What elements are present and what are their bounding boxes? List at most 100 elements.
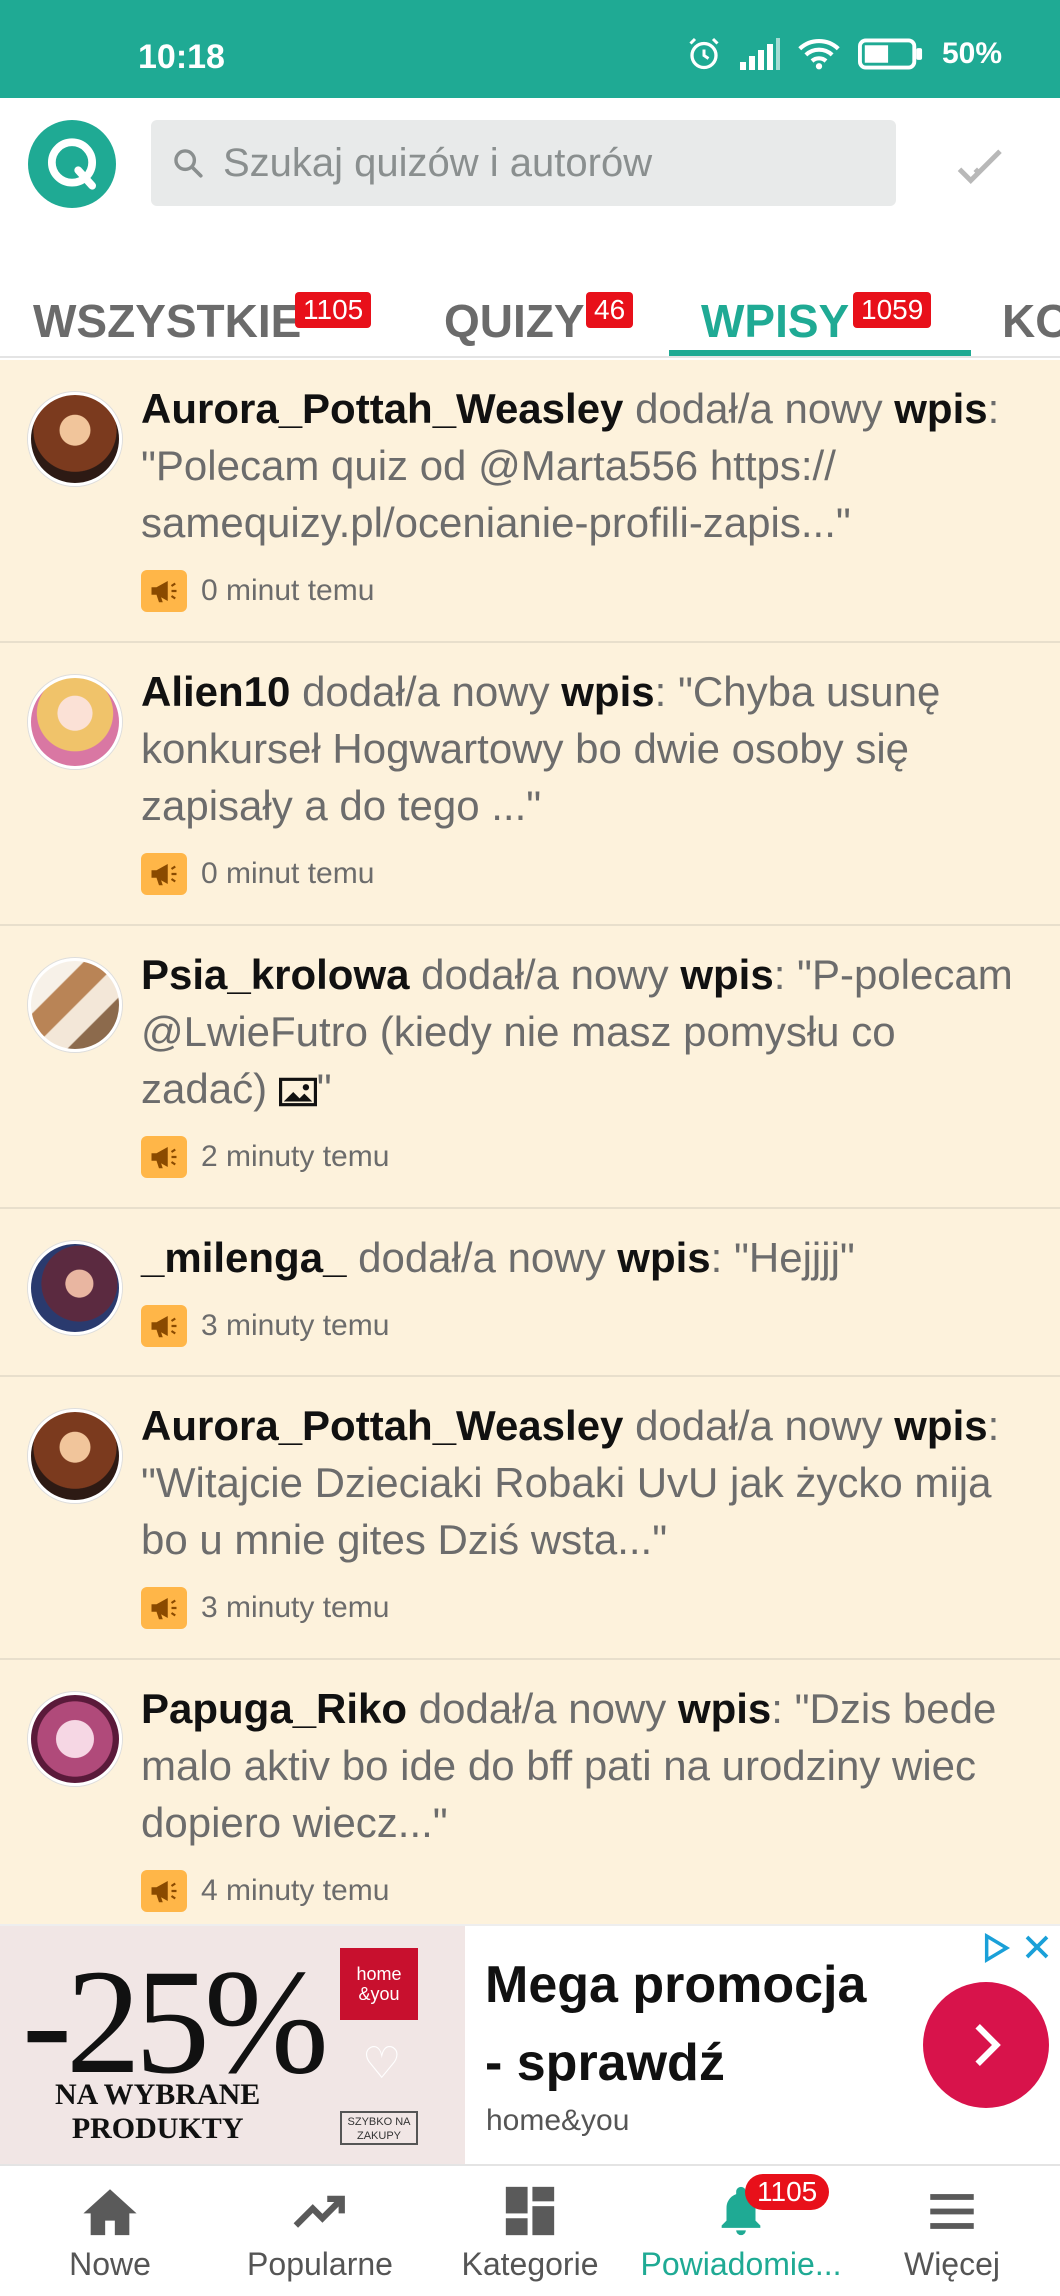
search-bar[interactable] xyxy=(151,120,896,206)
action-text: dodał/a nowy xyxy=(407,1685,678,1732)
megaphone-icon xyxy=(141,1305,187,1347)
close-icon[interactable] xyxy=(1022,1932,1052,1962)
feed-item[interactable]: Aurora_Pottah_Weasley dodał/a nowy wpis:… xyxy=(0,360,1060,643)
tab-count-badge: 1105 xyxy=(295,292,372,328)
trending-icon xyxy=(293,2195,345,2228)
feed-item[interactable]: Aurora_Pottah_Weasley dodał/a nowy wpis:… xyxy=(0,1377,1060,1660)
avatar[interactable] xyxy=(28,1241,122,1335)
ad-title-line: Mega promocja xyxy=(485,1956,867,2014)
nav-label: Więcej xyxy=(903,2246,1000,2282)
feed-item[interactable]: Psia_krolowa dodał/a nowy wpis: "P-polec… xyxy=(0,926,1060,1209)
battery-percent: 50% xyxy=(941,37,1002,70)
nav-label: Nowe xyxy=(69,2246,151,2282)
timestamp: 3 minuty temu xyxy=(201,1309,390,1342)
separator: : xyxy=(771,1685,795,1732)
active-tab-indicator xyxy=(669,350,971,356)
menu-icon xyxy=(930,2194,974,2229)
avatar[interactable] xyxy=(28,1692,122,1786)
nav-new[interactable]: Nowe xyxy=(4,2184,216,2283)
nav-label: Kategorie xyxy=(461,2246,599,2282)
avatar[interactable] xyxy=(28,1409,122,1503)
tab-label: KO xyxy=(1002,295,1060,347)
bottom-navigation: Nowe Popularne Kategorie Powiadomie... 1… xyxy=(0,2164,1060,2296)
app-header xyxy=(0,98,1060,228)
heart-icon: ♡ xyxy=(362,2039,402,2088)
nav-categories[interactable]: Kategorie xyxy=(424,2184,636,2283)
status-time: 10:18 xyxy=(138,38,225,76)
nav-popular[interactable]: Popularne xyxy=(214,2184,426,2283)
status-bar: 10:18 50% xyxy=(0,0,1060,98)
ad-box-label: SZYBKO NA ZAKUPY xyxy=(340,2111,418,2145)
post-excerpt: "Witajcie Dzieciaki Robaki UvU jak życko… xyxy=(141,1459,992,1563)
battery-icon xyxy=(857,38,923,70)
feed-item-meta: 0 minut temu xyxy=(141,853,374,895)
author-name[interactable]: Aurora_Pottah_Weasley xyxy=(141,385,623,432)
action-text: dodał/a nowy xyxy=(346,1234,618,1281)
author-name[interactable]: Papuga_Riko xyxy=(141,1685,407,1732)
ad-title[interactable]: Mega promocja - sprawdź xyxy=(485,1946,866,2102)
feed-item-text: _milenga_ dodał/a nowy wpis: "Hejjjj" xyxy=(141,1229,1031,1286)
timestamp: 0 minut temu xyxy=(201,574,375,607)
feed-item-text: Psia_krolowa dodał/a nowy wpis: "P-polec… xyxy=(141,946,1031,1117)
app-logo[interactable] xyxy=(28,120,116,208)
tab-count-badge: 1059 xyxy=(853,292,932,328)
search-icon xyxy=(174,149,203,178)
timestamp: 2 minuty temu xyxy=(201,1140,390,1173)
avatar[interactable] xyxy=(28,392,122,486)
action-text: dodał/a nowy xyxy=(409,951,681,998)
feed-item-meta: 0 minut temu xyxy=(141,570,374,612)
tab-label: WSZYSTKIE xyxy=(33,295,302,347)
author-name[interactable]: Aurora_Pottah_Weasley xyxy=(141,1402,623,1449)
feed-item-meta: 3 minuty temu xyxy=(141,1587,389,1629)
post-kind: wpis xyxy=(561,668,655,715)
post-kind: wpis xyxy=(894,385,988,432)
mark-all-read-icon[interactable] xyxy=(955,140,1009,194)
wifi-icon xyxy=(798,38,840,70)
nav-more[interactable]: Więcej xyxy=(846,2184,1058,2283)
megaphone-icon xyxy=(141,1136,187,1178)
action-text: dodał/a nowy xyxy=(623,1402,895,1449)
nav-label: Popularne xyxy=(247,2246,393,2282)
action-text: dodał/a nowy xyxy=(290,668,562,715)
chevron-right-icon xyxy=(975,2024,1001,2066)
tab-count-badge: 46 xyxy=(586,292,634,328)
ad-image[interactable]: -25% NA WYBRANE PRODUKTY home &you ♡ SZY… xyxy=(0,1926,465,2166)
dashboard-icon xyxy=(505,2186,555,2236)
ad-open-button[interactable] xyxy=(923,1982,1049,2108)
image-icon xyxy=(278,1077,317,1107)
alarm-icon xyxy=(689,37,719,70)
author-name[interactable]: _milenga_ xyxy=(141,1234,346,1281)
avatar[interactable] xyxy=(28,958,122,1052)
home-icon xyxy=(83,2189,137,2236)
ad-subtitle-line: PRODUKTY xyxy=(71,2112,244,2145)
ad-subtitle-line: NA WYBRANE xyxy=(55,2078,261,2111)
post-excerpt-end: " xyxy=(316,1065,332,1112)
post-kind: wpis xyxy=(677,1685,772,1732)
feed-item[interactable]: Papuga_Riko dodał/a nowy wpis: "Dzis bed… xyxy=(0,1660,1060,1924)
separator: : xyxy=(710,1234,734,1281)
nav-label: Powiadomie... xyxy=(640,2246,842,2282)
ad-banner[interactable]: -25% NA WYBRANE PRODUKTY home &you ♡ SZY… xyxy=(0,1924,1060,2166)
separator: : xyxy=(654,668,678,715)
separator: : xyxy=(987,1402,1000,1449)
author-name[interactable]: Alien10 xyxy=(141,668,290,715)
timestamp: 3 minuty temu xyxy=(201,1591,390,1624)
tab-bar: WSZYSTKIE 1105 QUIZY 46 WPISY 1059 KO xyxy=(0,228,1060,358)
feed-item-text: Aurora_Pottah_Weasley dodał/a nowy wpis:… xyxy=(141,380,1031,551)
ad-brand-logo: home &you xyxy=(340,1948,418,2020)
timestamp: 4 minuty temu xyxy=(201,1874,390,1907)
megaphone-icon xyxy=(141,853,187,895)
feed-item[interactable]: Alien10 dodał/a nowy wpis: "Chyba usunę … xyxy=(0,643,1060,926)
adchoices-icon[interactable] xyxy=(980,1932,1012,1964)
notification-feed: Aurora_Pottah_Weasley dodał/a nowy wpis:… xyxy=(0,360,1060,1924)
feed-item[interactable]: _milenga_ dodał/a nowy wpis: "Hejjjj" 3 … xyxy=(0,1209,1060,1377)
megaphone-icon xyxy=(141,1587,187,1629)
feed-item-meta: 4 minuty temu xyxy=(141,1870,389,1912)
quiz-logo-icon xyxy=(47,138,97,190)
search-input[interactable] xyxy=(223,140,863,186)
ad-choices[interactable] xyxy=(980,1932,1052,1964)
avatar[interactable] xyxy=(28,675,122,769)
separator: : xyxy=(987,385,1000,432)
author-name[interactable]: Psia_krolowa xyxy=(141,951,409,998)
status-icons: 50% xyxy=(686,36,1002,72)
